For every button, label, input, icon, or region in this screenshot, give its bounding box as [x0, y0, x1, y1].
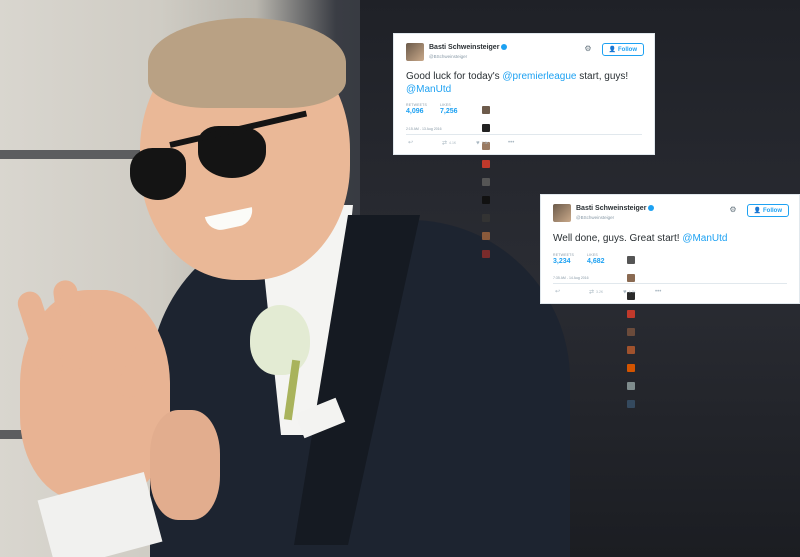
more-icon[interactable]: •••: [508, 139, 514, 147]
retweet-stat[interactable]: RETWEETS 4,096: [406, 103, 427, 115]
retweet-icon: ⇄: [589, 289, 595, 296]
photo-sunglasses-left: [130, 148, 186, 200]
tweet-header: Basti Schweinsteiger @BSchweinsteiger ⚙ …: [553, 204, 789, 226]
likes-label: LIKES: [587, 253, 598, 257]
retweet-action-count: 3.2K: [596, 290, 604, 294]
follow-person-icon: 👤: [753, 208, 761, 214]
reply-icon[interactable]: ↩: [555, 288, 560, 296]
retweet-action[interactable]: ⇄ 4.1K: [442, 139, 456, 148]
photo-finger: [90, 289, 118, 381]
likes-count: 7,256: [440, 108, 458, 115]
mention-link[interactable]: @ManUtd: [406, 84, 451, 95]
retweets-label: RETWEETS: [406, 103, 428, 107]
liker-avatar[interactable]: [482, 232, 490, 240]
like-action-count: 7.3K: [481, 141, 489, 145]
follow-label: Follow: [763, 208, 782, 214]
gear-icon[interactable]: ⚙: [584, 45, 592, 53]
liker-avatar[interactable]: [482, 250, 490, 258]
author-handle[interactable]: @BSchweinsteiger: [576, 215, 614, 220]
liker-avatar[interactable]: [627, 364, 635, 372]
likes-stat[interactable]: LIKES 7,256: [440, 103, 458, 115]
likes-count: 4,682: [587, 258, 605, 265]
retweets-label: RETWEETS: [553, 253, 575, 257]
follow-person-icon: 👤: [608, 47, 616, 53]
liker-avatar[interactable]: [627, 274, 635, 282]
liker-avatar[interactable]: [482, 178, 490, 186]
verified-badge-icon: [501, 44, 508, 51]
like-action-count: 4.7K: [628, 290, 636, 294]
follow-button[interactable]: 👤 Follow: [746, 204, 789, 217]
retweets-count: 4,096: [406, 108, 424, 115]
likes-stat[interactable]: LIKES 4,682: [587, 253, 605, 265]
tweet-text: Good luck for today's @premierleague sta…: [406, 70, 642, 96]
more-icon[interactable]: •••: [655, 288, 661, 296]
avatar[interactable]: [406, 43, 424, 61]
liker-avatar[interactable]: [482, 124, 490, 132]
tweet-text-segment: start, guys!: [576, 71, 629, 82]
liker-avatar[interactable]: [627, 328, 635, 336]
liker-avatar[interactable]: [482, 214, 490, 222]
divider: [553, 283, 787, 284]
photo-railing: [0, 150, 150, 159]
liker-avatar[interactable]: [627, 346, 635, 354]
tweet-text-segment: Well done, guys. Great start!: [553, 233, 683, 244]
like-heart-icon: ♥: [476, 140, 480, 147]
liker-avatar[interactable]: [482, 196, 490, 204]
liker-avatar[interactable]: [627, 400, 635, 408]
retweet-stat[interactable]: RETWEETS 3,234: [553, 253, 574, 265]
author-name[interactable]: Basti Schweinsteiger: [576, 205, 646, 212]
liker-avatar[interactable]: [627, 310, 635, 318]
liker-avatar[interactable]: [482, 160, 490, 168]
author-name[interactable]: Basti Schweinsteiger: [429, 44, 499, 51]
tweet-card-2: Basti Schweinsteiger @BSchweinsteiger ⚙ …: [540, 194, 800, 408]
retweet-action-count: 4.1K: [449, 141, 457, 145]
photo-second-hand: [150, 410, 220, 520]
likes-label: LIKES: [440, 103, 451, 107]
verified-badge-icon: [648, 205, 655, 212]
tweet-text-segment: Good luck for today's: [406, 71, 503, 82]
mention-link[interactable]: @premierleague: [502, 71, 576, 82]
liker-avatars: [482, 106, 492, 258]
follow-label: Follow: [618, 47, 637, 53]
reply-icon[interactable]: ↩: [408, 139, 413, 147]
divider: [406, 134, 642, 135]
like-action[interactable]: ♥ 7.3K: [476, 139, 489, 148]
retweet-action[interactable]: ⇄ 3.2K: [589, 288, 603, 297]
author-handle[interactable]: @BSchweinsteiger: [429, 54, 467, 59]
tweet-card-1: Basti Schweinsteiger @BSchweinsteiger ⚙ …: [393, 33, 655, 258]
tweet-text: Well done, guys. Great start! @ManUtd: [553, 232, 789, 245]
follow-button[interactable]: 👤 Follow: [601, 43, 644, 56]
photo-hair: [148, 18, 346, 108]
liker-avatar[interactable]: [482, 106, 490, 114]
retweets-count: 3,234: [553, 258, 571, 265]
mention-link[interactable]: @ManUtd: [682, 233, 727, 244]
tweet-timestamp[interactable]: 2:15 AM - 13 Aug 2016: [406, 127, 442, 131]
retweet-icon: ⇄: [442, 140, 448, 147]
like-heart-icon: ♥: [623, 289, 627, 296]
photo-boutonniere: [250, 305, 310, 375]
liker-avatar[interactable]: [627, 382, 635, 390]
liker-avatars: [627, 256, 637, 408]
liker-avatar[interactable]: [627, 256, 635, 264]
avatar[interactable]: [553, 204, 571, 222]
tweet-header: Basti Schweinsteiger @BSchweinsteiger ⚙ …: [406, 43, 644, 65]
tweet-timestamp[interactable]: 7:35 AM - 14 Aug 2016: [553, 276, 589, 280]
like-action[interactable]: ♥ 4.7K: [623, 288, 636, 297]
gear-icon[interactable]: ⚙: [729, 206, 737, 214]
